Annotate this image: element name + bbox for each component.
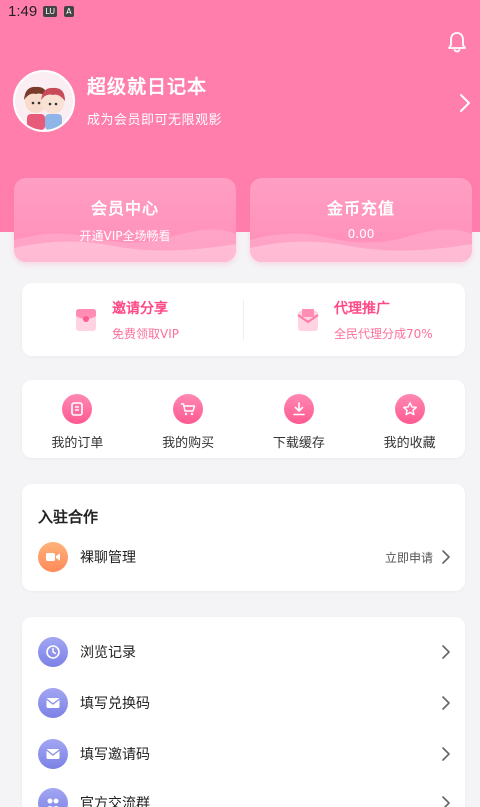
chevron-right-icon (442, 550, 450, 564)
chevron-right-icon (442, 747, 450, 761)
clock-icon (38, 637, 68, 667)
agent-promotion-subtitle: 全民代理分成70% (334, 326, 433, 341)
bell-icon[interactable] (446, 30, 468, 54)
status-notification-badge: LU (43, 5, 58, 17)
my-orders-button[interactable]: 我的订单 (22, 380, 133, 458)
menu-list-panel: 浏览记录 填写兑换码 填写邀请码 官方交流群 (22, 617, 465, 807)
vip-center-subtitle: 开通VIP全场畅看 (79, 229, 171, 243)
invite-share-title: 邀请分享 (112, 300, 168, 317)
download-cache-button[interactable]: 下载缓存 (244, 380, 355, 458)
menu-item-label: 填写邀请码 (80, 747, 150, 763)
invite-panel: 邀请分享 免费领取VIP 代理推广 全民代理分成70% (22, 283, 465, 356)
coin-recharge-card[interactable]: 金币充值 0.00 (250, 178, 472, 262)
my-favorites-label: 我的收藏 (383, 436, 436, 451)
envelope-icon (297, 308, 319, 331)
profile-vip-tip: 成为会员即可无限观影 (87, 113, 223, 128)
menu-item-label: 填写兑换码 (80, 696, 150, 712)
menu-item-history[interactable]: 浏览记录 (22, 632, 465, 672)
apply-now-link[interactable]: 立即申请 (385, 549, 433, 566)
chevron-right-icon (442, 696, 450, 710)
video-camera-icon (38, 542, 68, 572)
star-icon (394, 394, 425, 424)
menu-item-label: 官方交流群 (80, 796, 150, 807)
order-icon (62, 394, 93, 424)
my-purchases-label: 我的购买 (162, 436, 215, 451)
cooperation-label: 裸聊管理 (80, 550, 136, 566)
status-time: 1:49 (8, 2, 38, 20)
group-icon (38, 788, 68, 807)
cooperation-row[interactable]: 裸聊管理 立即申请 (22, 537, 465, 577)
my-favorites-button[interactable]: 我的收藏 (354, 380, 465, 458)
menu-item-label: 浏览记录 (80, 645, 136, 661)
chevron-right-icon[interactable] (458, 92, 472, 114)
mail-icon (38, 688, 68, 718)
invite-share-subtitle: 免费领取VIP (112, 326, 179, 341)
menu-item-official-group[interactable]: 官方交流群 (22, 783, 465, 807)
profile-nickname: 超级就日记本 (87, 76, 208, 98)
vip-center-card[interactable]: 会员中心 开通VIP全场畅看 (14, 178, 236, 262)
red-envelope-icon (76, 308, 96, 331)
my-orders-label: 我的订单 (51, 436, 104, 451)
download-cache-label: 下载缓存 (272, 436, 325, 451)
cooperation-title: 入驻合作 (38, 508, 99, 526)
agent-promotion-item[interactable]: 代理推广 全民代理分成70% (244, 283, 465, 356)
download-icon (283, 394, 314, 424)
avatar[interactable] (13, 70, 75, 132)
cart-icon (173, 394, 204, 424)
chevron-right-icon (442, 796, 450, 807)
status-keyboard-badge: A (64, 5, 74, 17)
mail-icon (38, 739, 68, 769)
my-purchases-button[interactable]: 我的购买 (133, 380, 244, 458)
agent-promotion-title: 代理推广 (334, 300, 390, 317)
coin-balance: 0.00 (347, 227, 375, 241)
cooperation-panel: 入驻合作 裸聊管理 立即申请 (22, 484, 465, 591)
vip-center-title: 会员中心 (90, 199, 159, 218)
profile-header[interactable]: 超级就日记本 成为会员即可无限观影 (13, 70, 222, 132)
menu-item-redeem-code[interactable]: 填写兑换码 (22, 683, 465, 723)
quick-actions-panel: 我的订单 我的购买 下载缓存 我的收藏 (22, 380, 465, 458)
invite-share-item[interactable]: 邀请分享 免费领取VIP (22, 283, 243, 356)
menu-item-invite-code[interactable]: 填写邀请码 (22, 734, 465, 774)
status-bar: 1:49 LU A (0, 0, 480, 22)
coin-recharge-title: 金币充值 (326, 199, 395, 218)
chevron-right-icon (442, 645, 450, 659)
